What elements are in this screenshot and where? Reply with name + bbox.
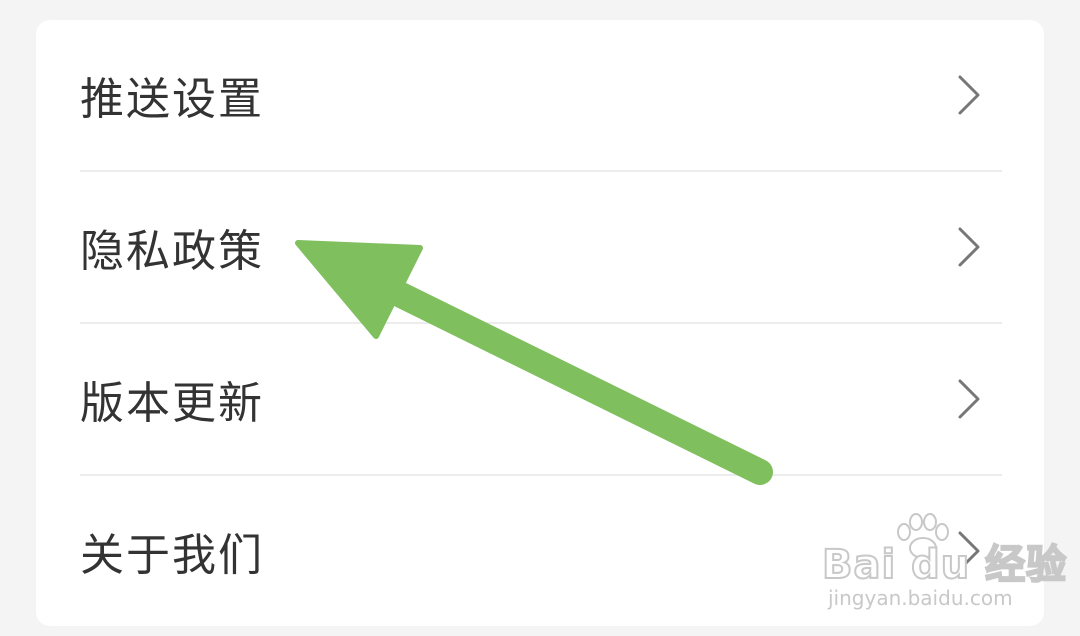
chevron-right-icon: [958, 75, 980, 115]
chevron-right-icon: [958, 227, 980, 267]
settings-item-update[interactable]: 版本更新: [36, 324, 1044, 474]
settings-item-label: 隐私政策: [80, 226, 264, 277]
settings-item-label: 推送设置: [80, 74, 264, 125]
settings-item-label: 版本更新: [80, 378, 264, 429]
settings-item-push[interactable]: 推送设置: [36, 20, 1044, 170]
watermark-logo-text: Bai du 经验: [821, 541, 1068, 589]
baidu-watermark: Bai du 经验 jingyan.baidu.com: [821, 513, 1067, 614]
watermark-url: jingyan.baidu.com: [828, 586, 1013, 610]
chevron-right-icon: [958, 379, 980, 419]
settings-item-label: 关于我们: [80, 530, 264, 581]
settings-item-privacy[interactable]: 隐私政策: [36, 172, 1044, 322]
